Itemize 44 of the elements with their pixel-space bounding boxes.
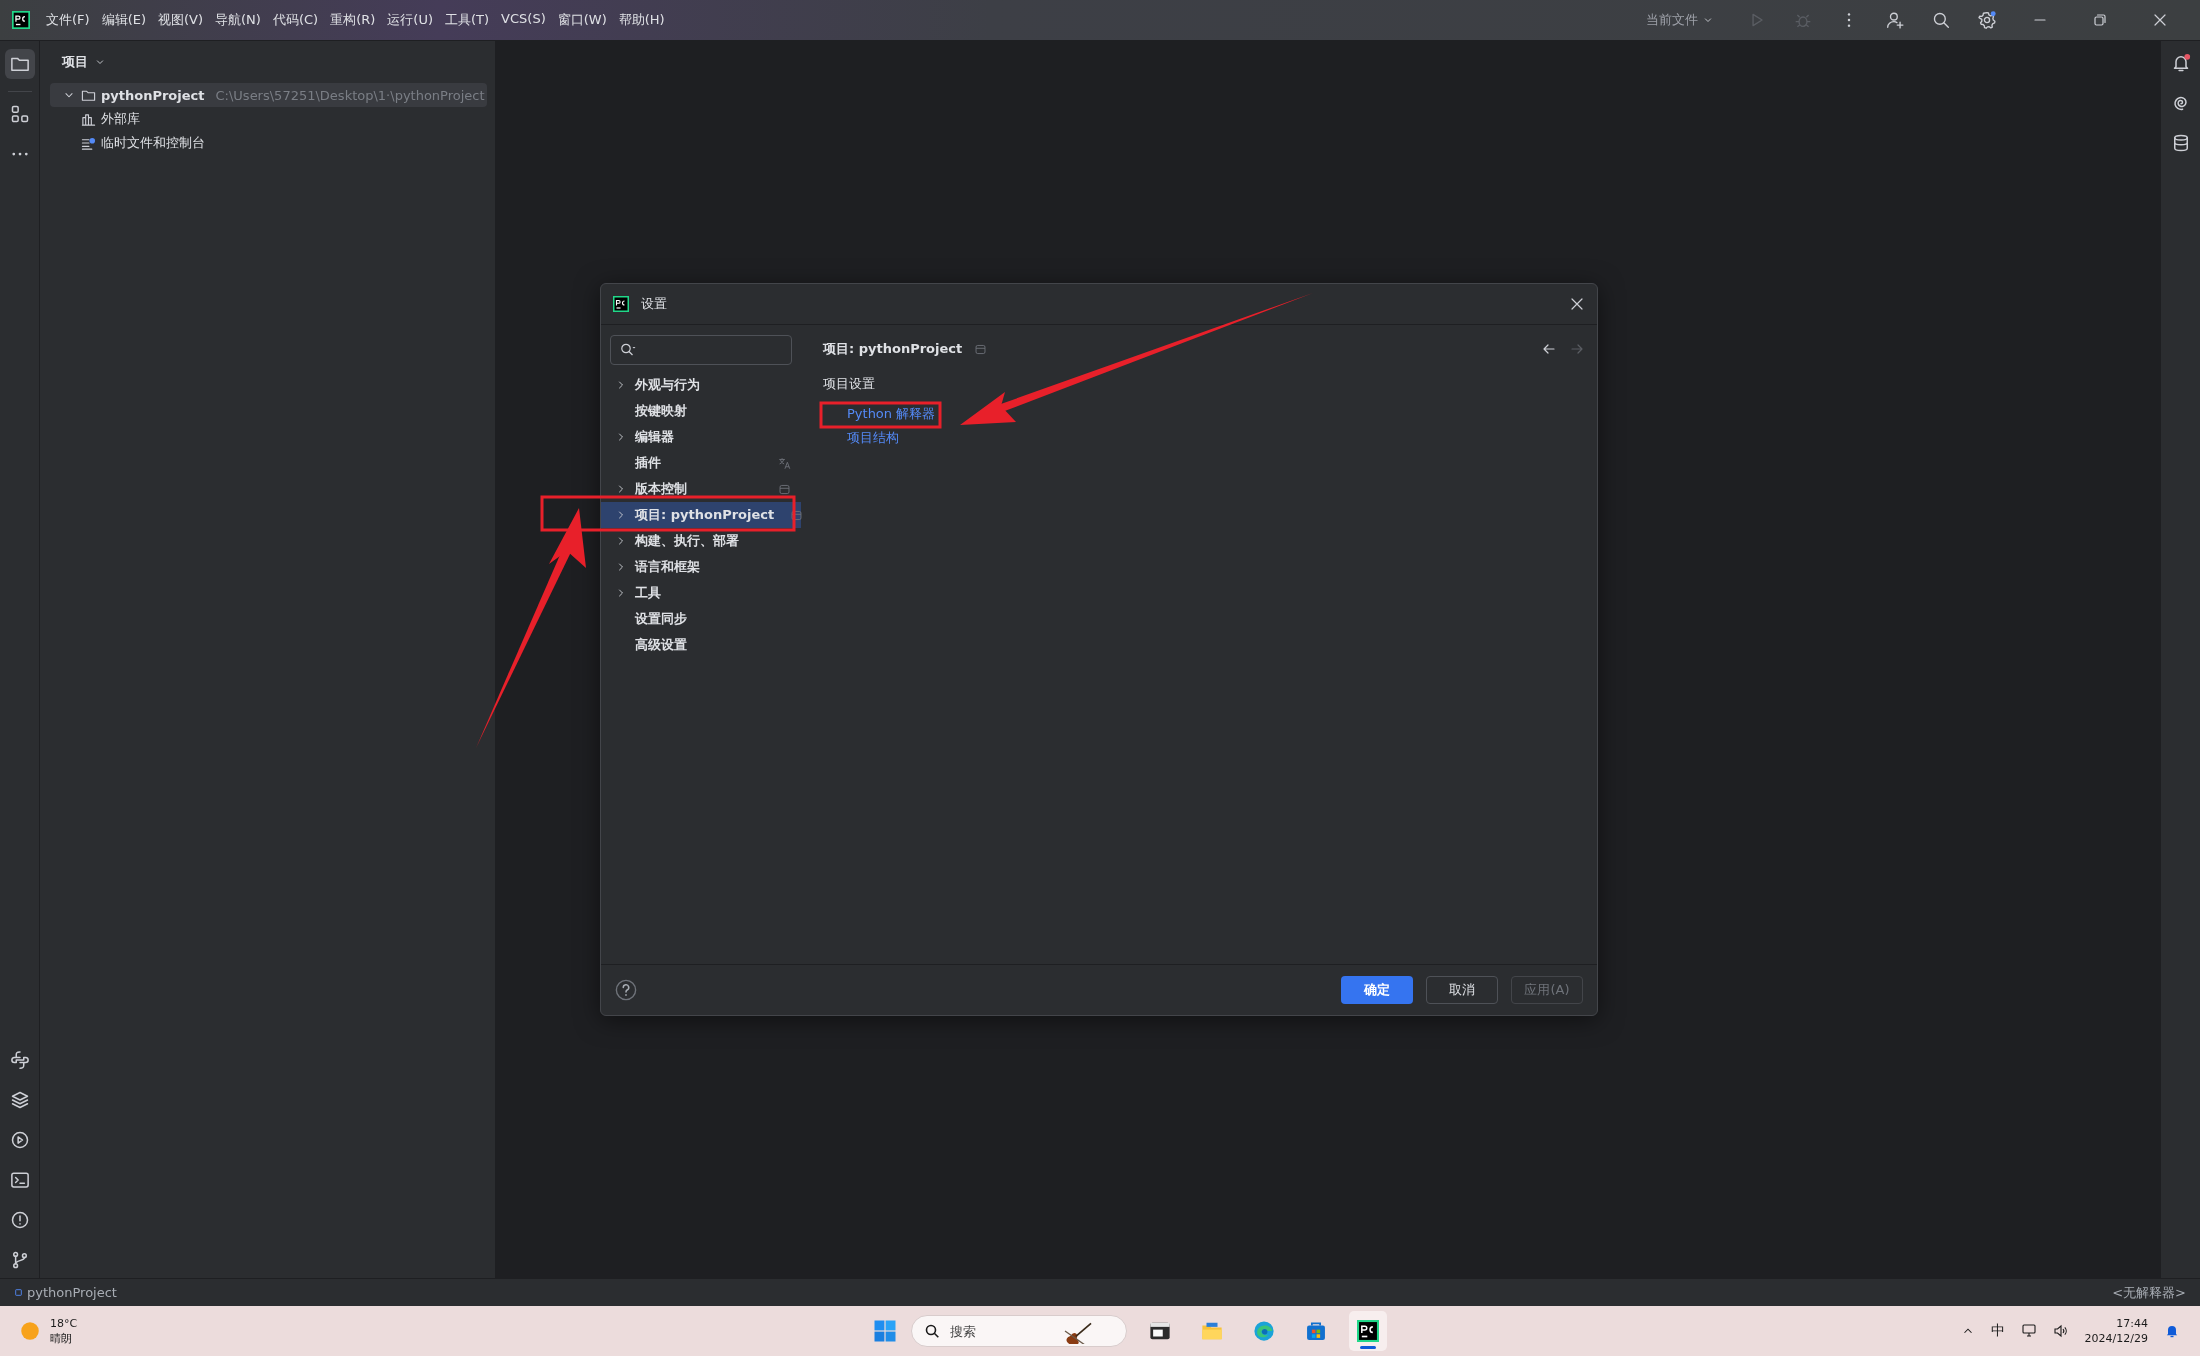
run-config-dropdown[interactable]: 当前文件	[1646, 11, 1714, 29]
section-label: 项目设置	[823, 375, 876, 393]
settings-category[interactable]: 工具	[601, 580, 801, 606]
settings-link[interactable]: 项目结构	[823, 426, 899, 450]
weather-condition: 晴朗	[50, 1331, 73, 1346]
dialog-title: 设置	[641, 295, 667, 313]
ok-button[interactable]: 确定	[1341, 976, 1413, 1004]
settings-category[interactable]: 构建、执行、部署	[601, 528, 801, 554]
breadcrumb[interactable]: pythonProject	[27, 1285, 117, 1300]
menu-item[interactable]: 文件(F)	[46, 11, 90, 29]
tree-item[interactable]: 临时文件和控制台	[50, 131, 487, 155]
page-title: 项目: pythonProject	[823, 340, 963, 358]
menu-item[interactable]: 视图(V)	[158, 11, 204, 29]
settings-category[interactable]: 高级设置	[601, 632, 801, 658]
clock-time[interactable]: 17:44	[2116, 1316, 2148, 1331]
menu-item[interactable]: VCS(S)	[501, 11, 546, 29]
menu-item[interactable]: 编辑(E)	[101, 11, 146, 29]
settings-category[interactable]: 版本控制	[601, 476, 801, 502]
temperature: 18°C	[50, 1316, 78, 1331]
input-method-indicator[interactable]: 中	[1990, 1322, 2005, 1340]
folder-path: C:\Users\57251\Desktop\1·\pythonProject	[215, 87, 485, 103]
cancel-button[interactable]: 取消	[1426, 976, 1498, 1004]
menu-item[interactable]: 窗口(W)	[557, 11, 607, 29]
menu-item[interactable]: 运行(U)	[387, 11, 433, 29]
clock-date[interactable]: 2024/12/29	[2084, 1331, 2148, 1346]
project-view-dropdown[interactable]: 项目	[62, 53, 106, 71]
settings-category[interactable]: 外观与行为	[601, 372, 801, 398]
search-input[interactable]: 搜索	[948, 1322, 1052, 1340]
settings-category[interactable]: 设置同步	[601, 606, 801, 632]
tree-item[interactable]: 外部库	[50, 107, 487, 131]
settings-link[interactable]: Python 解释器	[823, 402, 936, 426]
settings-category[interactable]: 按键映射	[601, 398, 801, 424]
menu-item[interactable]: 代码(C)	[272, 11, 319, 29]
menu-item[interactable]: 重构(R)	[330, 11, 376, 29]
menu-item[interactable]: 帮助(H)	[618, 11, 665, 29]
interpreter-status[interactable]: <无解释器>	[2112, 1283, 2186, 1302]
settings-category[interactable]: 项目: pythonProject	[601, 502, 801, 528]
tree-item[interactable]: pythonProject C:\Users\57251\Desktop\1·\pythonProject	[50, 83, 487, 107]
settings-category[interactable]: 编辑器	[601, 424, 801, 450]
menu-item[interactable]: 导航(N)	[215, 11, 261, 29]
settings-category[interactable]: 语言和框架	[601, 554, 801, 580]
settings-category[interactable]: 插件	[601, 450, 801, 476]
menu-item[interactable]: 工具(T)	[445, 11, 490, 29]
taskbar-search-field[interactable]: 搜索	[911, 1315, 1127, 1347]
